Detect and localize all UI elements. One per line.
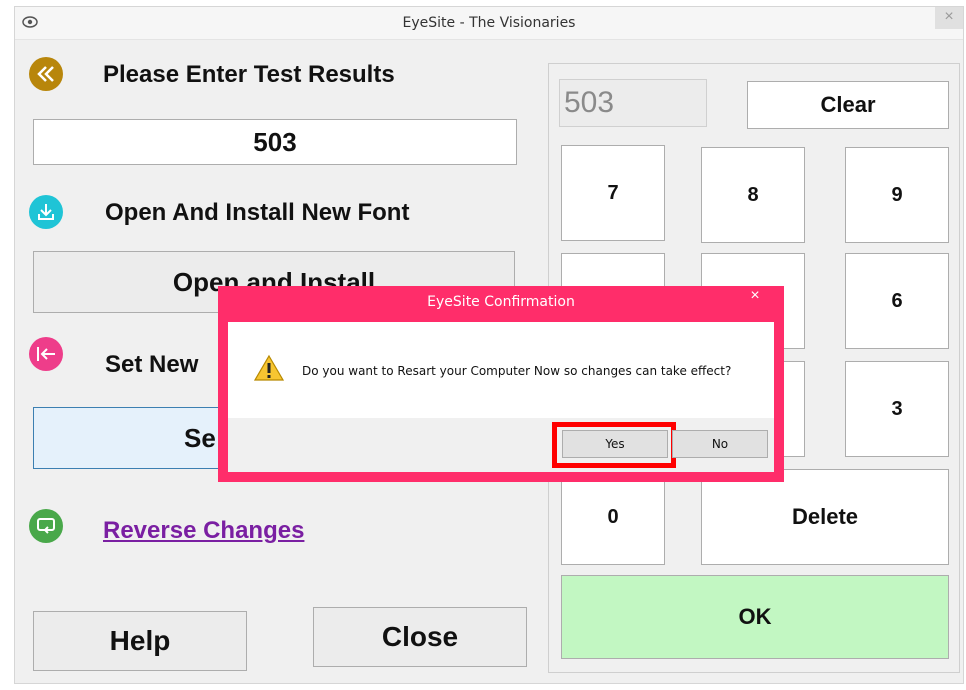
ok-button[interactable]: OK [561,575,949,659]
back-icon[interactable] [29,57,63,91]
download-icon [29,195,63,229]
reverse-icon [29,509,63,543]
keypad-display: 503 [559,79,707,127]
set-arrow-icon [29,337,63,371]
set-button-label: Se [184,422,216,453]
close-button[interactable]: Close [313,607,527,667]
close-icon[interactable]: × [935,7,963,29]
dialog-title: EyeSite Confirmation [427,294,575,310]
dialog-close-icon[interactable]: × [738,286,772,306]
confirmation-dialog: EyeSite Confirmation × Do you want to Re… [218,286,784,482]
warning-icon [254,354,284,381]
yes-button-label: Yes [605,437,625,451]
no-button[interactable]: No [672,430,768,458]
delete-button-label: Delete [791,504,859,529]
clear-button[interactable]: Clear [747,81,949,129]
clear-button-label: Clear [820,92,876,117]
dialog-body: Do you want to Resart your Computer Now … [228,322,774,472]
delete-button[interactable]: Delete [701,469,949,565]
set-new-label: Set New [105,351,199,378]
key-6[interactable]: 6 [845,253,949,349]
ok-button-label: OK [738,604,772,629]
dialog-message: Do you want to Resart your Computer Now … [302,364,732,378]
title-bar: EyeSite - The Visionaries × [15,7,963,40]
enter-results-label: Please Enter Test Results [103,61,395,88]
key-7[interactable]: 7 [561,145,665,241]
yes-button[interactable]: Yes [562,430,668,458]
key-8[interactable]: 8 [701,147,805,243]
dialog-message-area: Do you want to Resart your Computer Now … [228,322,774,418]
results-input[interactable]: 503 [33,119,517,165]
install-font-label: Open And Install New Font [105,199,410,226]
close-button-label: Close [381,621,459,652]
help-button-label: Help [109,625,171,656]
key-0[interactable]: 0 [561,469,665,565]
key-9[interactable]: 9 [845,147,949,243]
key-3[interactable]: 3 [845,361,949,457]
help-button[interactable]: Help [33,611,247,671]
reverse-changes-link[interactable]: Reverse Changes [103,517,304,545]
no-button-label: No [711,437,729,451]
window-title: EyeSite - The Visionaries [402,15,576,31]
